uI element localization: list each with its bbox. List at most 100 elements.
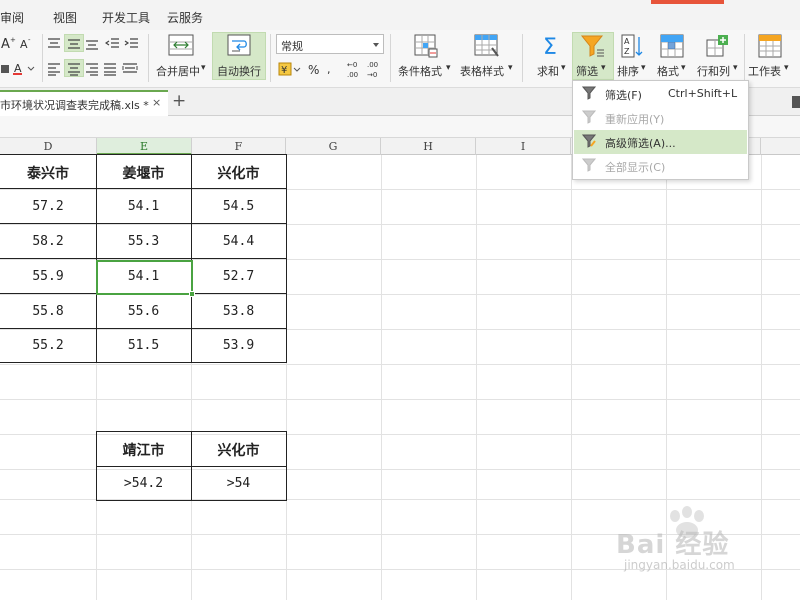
conditional-format-dropdown-icon[interactable]: ▾: [446, 63, 451, 73]
sort-icon[interactable]: A Z: [620, 34, 646, 58]
criteria-cell[interactable]: >54.2: [96, 476, 191, 491]
conditional-format-icon[interactable]: [414, 34, 438, 58]
filter-dropdown-icon[interactable]: ▾: [601, 63, 606, 73]
column-header-h[interactable]: H: [381, 138, 476, 155]
table-cell[interactable]: 53.8: [191, 304, 286, 319]
menu-cloud[interactable]: 云服务: [167, 9, 203, 26]
align-right-icon[interactable]: [84, 61, 100, 77]
align-middle-icon[interactable]: [66, 36, 82, 52]
active-cell-selection[interactable]: [96, 260, 195, 297]
watermark-url: jingyan.baidu.com: [624, 558, 735, 572]
column-header-i[interactable]: I: [476, 138, 571, 155]
align-top-icon[interactable]: [46, 36, 62, 52]
criteria-cell[interactable]: >54: [191, 476, 286, 491]
indent-decrease-icon[interactable]: [105, 36, 121, 52]
font-color-icon[interactable]: A: [0, 61, 40, 75]
table-cell[interactable]: 54.1: [96, 199, 191, 214]
justify-icon[interactable]: [102, 61, 118, 77]
distribute-icon[interactable]: [122, 61, 138, 77]
table-style-dropdown-icon[interactable]: ▾: [508, 63, 513, 73]
menu-item-reapply-label: 重新应用(Y): [605, 113, 665, 126]
currency-icon[interactable]: ¥: [278, 61, 302, 77]
menu-item-filter-shortcut: Ctrl+Shift+L: [668, 87, 738, 100]
menu-view[interactable]: 视图: [53, 9, 77, 26]
menu-item-reapply[interactable]: 重新应用(Y): [574, 106, 747, 130]
decrease-decimal-icon[interactable]: .00 →0: [365, 59, 387, 79]
fill-handle[interactable]: [189, 291, 195, 297]
wrap-text-button[interactable]: 自动换行: [217, 63, 261, 79]
svg-text:+: +: [10, 36, 16, 44]
filter-button[interactable]: 筛选: [576, 63, 598, 79]
format-dropdown-icon[interactable]: ▾: [681, 63, 686, 73]
spreadsheet-app: 审阅 视图 开发工具 云服务 A + A - A 合并居中 ▾ 自动换行 常规 …: [0, 0, 800, 600]
table-header-xinghua[interactable]: 兴化市: [191, 163, 286, 183]
table-cell[interactable]: 55.9: [0, 269, 96, 284]
merge-center-button[interactable]: 合并居中: [156, 63, 200, 79]
sum-dropdown-icon[interactable]: ▾: [561, 63, 566, 73]
svg-text:Σ: Σ: [543, 35, 557, 58]
filter-funnel-icon[interactable]: [580, 34, 606, 58]
percent-button[interactable]: %: [308, 63, 319, 77]
rows-columns-icon[interactable]: [706, 34, 730, 58]
menu-review[interactable]: 审阅: [0, 9, 24, 26]
table-cell[interactable]: 57.2: [0, 199, 96, 214]
sum-button[interactable]: 求和: [537, 63, 559, 79]
increase-decimal-icon[interactable]: ←0 .00: [345, 59, 367, 79]
svg-text:-: -: [28, 36, 31, 44]
worksheet-button[interactable]: 工作表: [748, 63, 781, 79]
sum-icon[interactable]: Σ: [541, 34, 563, 58]
menu-bar: 审阅 视图 开发工具 云服务: [0, 0, 800, 30]
close-tab-icon[interactable]: ×: [152, 96, 161, 109]
table-header-taixing[interactable]: 泰兴市: [0, 163, 96, 183]
document-tab[interactable]: 市环境状况调查表完成稿.xls * ×: [0, 90, 168, 116]
sort-dropdown-icon[interactable]: ▾: [641, 63, 646, 73]
table-header-jiangyan[interactable]: 姜堰市: [96, 163, 191, 183]
table-cell[interactable]: 55.2: [0, 338, 96, 353]
format-button[interactable]: 格式: [657, 63, 679, 79]
align-bottom-icon[interactable]: [84, 36, 100, 52]
conditional-format-button[interactable]: 条件格式: [398, 63, 442, 79]
tab-scroll-icon[interactable]: [792, 96, 800, 108]
sort-button[interactable]: 排序: [617, 63, 639, 79]
rows-columns-button[interactable]: 行和列: [697, 63, 730, 79]
font-size-icon[interactable]: A + A -: [0, 36, 44, 50]
align-left-icon[interactable]: [46, 61, 62, 77]
wrap-text-icon[interactable]: [227, 34, 251, 56]
indent-increase-icon[interactable]: [124, 36, 140, 52]
column-header-d[interactable]: D: [0, 138, 97, 155]
svg-text:→0: →0: [367, 71, 377, 79]
svg-text:A: A: [624, 37, 630, 46]
add-tab-icon[interactable]: +: [172, 91, 186, 111]
rows-columns-dropdown-icon[interactable]: ▾: [733, 63, 738, 73]
table-cell[interactable]: 55.6: [96, 304, 191, 319]
table-cell[interactable]: 58.2: [0, 234, 96, 249]
table-cell[interactable]: 52.7: [191, 269, 286, 284]
number-format-value: 常规: [281, 40, 303, 53]
column-header-g[interactable]: G: [286, 138, 381, 155]
worksheet-dropdown-icon[interactable]: ▾: [784, 63, 789, 73]
criteria-header-jingjiang[interactable]: 靖江市: [96, 440, 191, 460]
table-cell[interactable]: 51.5: [96, 338, 191, 353]
align-center-icon[interactable]: [66, 61, 82, 77]
merge-center-dropdown-icon[interactable]: ▾: [201, 63, 206, 73]
worksheet-icon[interactable]: [758, 34, 782, 58]
table-cell[interactable]: 54.4: [191, 234, 286, 249]
menu-item-advanced-filter[interactable]: 高级筛选(A)...: [574, 130, 747, 154]
column-header-f[interactable]: F: [192, 138, 286, 155]
format-icon[interactable]: [660, 34, 684, 58]
menu-developer[interactable]: 开发工具: [102, 9, 150, 26]
table-cell[interactable]: 54.5: [191, 199, 286, 214]
table-style-button[interactable]: 表格样式: [460, 63, 504, 79]
thousands-icon[interactable]: ,: [325, 61, 339, 77]
table-cell[interactable]: 55.8: [0, 304, 96, 319]
menu-item-show-all[interactable]: 全部显示(C): [574, 154, 747, 178]
table-cell[interactable]: 53.9: [191, 338, 286, 353]
criteria-header-xinghua[interactable]: 兴化市: [191, 440, 286, 460]
table-cell[interactable]: 55.3: [96, 234, 191, 249]
column-header-e[interactable]: E: [97, 138, 192, 155]
menu-item-filter[interactable]: 筛选(F) Ctrl+Shift+L: [574, 82, 747, 106]
number-format-select[interactable]: 常规: [276, 34, 384, 54]
table-style-icon[interactable]: [474, 34, 500, 58]
merge-center-icon[interactable]: [168, 34, 194, 56]
watermark-brand: Bai 经验: [616, 530, 730, 560]
